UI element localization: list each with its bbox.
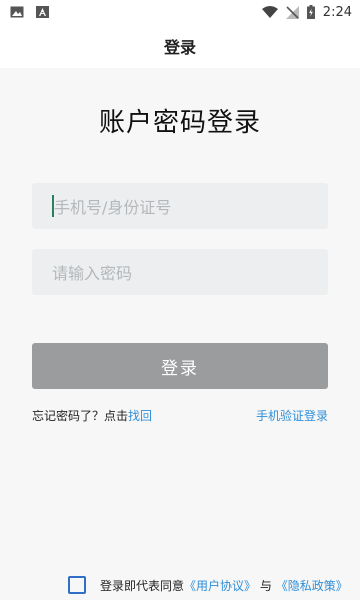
agreement-prefix: 登录即代表同意 [100, 579, 185, 593]
login-button[interactable]: 登录 [32, 343, 328, 389]
forgot-password-text: 忘记密码了？点击 [32, 408, 129, 423]
battery-icon [306, 5, 315, 19]
status-left [10, 6, 49, 18]
agreement-checkbox[interactable] [68, 576, 86, 594]
image-icon [10, 6, 24, 18]
status-time: 2:24 [322, 4, 352, 20]
user-agreement-link[interactable]: 《用户协议》 [184, 579, 256, 593]
agreement-text: 登录即代表同意《用户协议》 与 《隐私政策》 [100, 577, 348, 594]
wifi-icon [261, 6, 278, 18]
agreement-row: 登录即代表同意《用户协议》 与 《隐私政策》 [0, 573, 360, 597]
status-right: 2:24 [261, 4, 352, 20]
password-input[interactable]: 请输入密码 [32, 249, 328, 295]
page-title: 登录 [163, 38, 196, 57]
form-heading: 账户密码登录 [98, 108, 261, 138]
text-cursor [52, 195, 54, 217]
phone-id-placeholder: 手机号/身份证号 [54, 198, 172, 217]
password-placeholder: 请输入密码 [52, 264, 133, 283]
recover-password-link[interactable]: 找回 [128, 409, 152, 423]
login-button-label: 登录 [161, 358, 199, 379]
sms-login-link[interactable]: 手机验证登录 [256, 407, 328, 424]
status-bar: 2:24 [0, 0, 360, 24]
privacy-policy-link[interactable]: 《隐私政策》 [276, 579, 348, 593]
no-signal-icon [285, 5, 299, 19]
forgot-password: 忘记密码了？点击找回 [32, 407, 152, 424]
app-bar: 登录 [0, 24, 360, 68]
helper-links: 忘记密码了？点击找回 手机验证登录 [32, 406, 328, 424]
phone-id-input[interactable]: 手机号/身份证号 [32, 183, 328, 229]
agreement-and: 与 [259, 579, 272, 593]
login-form: 账户密码登录 手机号/身份证号 请输入密码 登录 忘记密码了？点击找回 手机验证… [0, 68, 360, 600]
text-icon [36, 6, 49, 18]
